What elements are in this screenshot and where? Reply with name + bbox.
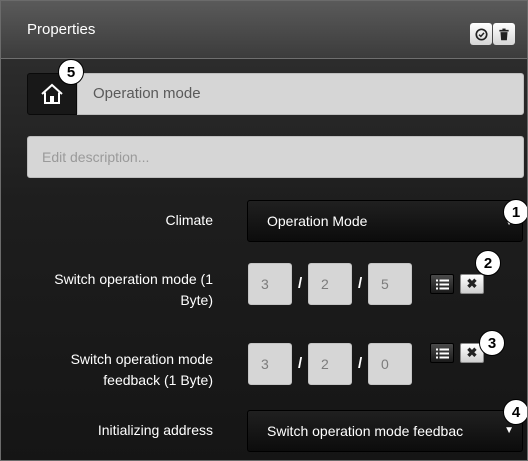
switch-mode-list-button[interactable] — [430, 274, 454, 294]
panel-title: Properties — [27, 21, 96, 38]
list-icon — [435, 348, 449, 358]
switch-mode-main-group[interactable]: 3 — [248, 263, 292, 305]
close-icon: ✖ — [466, 345, 478, 360]
climate-select-value: Operation Mode — [267, 213, 368, 229]
confirm-button[interactable] — [470, 23, 492, 45]
switch-feedback-label-line2: feedback (1 Byte) — [103, 372, 213, 388]
title-bar: Properties — [1, 1, 527, 59]
switch-mode-label: Switch operation mode (1 Byte) — [54, 269, 213, 311]
init-address-select-value: Switch operation mode feedbac — [267, 423, 464, 439]
switch-mode-label-line2: Byte) — [180, 292, 213, 308]
switch-feedback-main-group[interactable]: 3 — [248, 343, 292, 385]
switch-mode-label-line1: Switch operation mode (1 — [54, 271, 213, 287]
switch-mode-middle-group[interactable]: 2 — [308, 263, 352, 305]
callout-3: 3 — [479, 330, 505, 356]
switch-mode-subgroup[interactable]: 5 — [368, 263, 412, 305]
title-bar-buttons — [470, 23, 515, 45]
switch-feedback-label: Switch operation mode feedback (1 Byte) — [71, 349, 213, 391]
address-separator: / — [298, 275, 303, 292]
climate-select[interactable]: Operation Mode ▼ — [247, 200, 523, 242]
delete-button[interactable] — [493, 23, 515, 45]
list-icon — [435, 279, 449, 289]
description-input[interactable]: Edit description... — [27, 136, 524, 178]
switch-feedback-subgroup[interactable]: 0 — [368, 343, 412, 385]
switch-feedback-list-button[interactable] — [430, 343, 454, 363]
callout-5: 5 — [58, 59, 84, 85]
switch-feedback-label-line1: Switch operation mode — [70, 351, 213, 367]
callout-4: 4 — [503, 399, 527, 425]
switch-feedback-middle-group[interactable]: 2 — [308, 343, 352, 385]
climate-label: Climate — [165, 212, 213, 228]
address-separator: / — [298, 355, 303, 372]
address-separator: / — [358, 355, 363, 372]
callout-2: 2 — [475, 250, 501, 276]
home-icon — [41, 83, 63, 104]
switch-mode-clear-button[interactable]: ✖ — [460, 274, 484, 294]
init-address-label: Initializing address — [97, 422, 213, 438]
init-address-select[interactable]: Switch operation mode feedbac ▼ — [247, 410, 523, 452]
close-icon: ✖ — [466, 276, 478, 291]
name-input[interactable]: Operation mode — [77, 73, 524, 115]
properties-panel: Properties Operation mode Edit descripti… — [0, 0, 528, 461]
check-circle-icon — [474, 27, 488, 41]
address-separator: / — [358, 275, 363, 292]
callout-1: 1 — [503, 199, 527, 225]
trash-icon — [499, 28, 509, 40]
